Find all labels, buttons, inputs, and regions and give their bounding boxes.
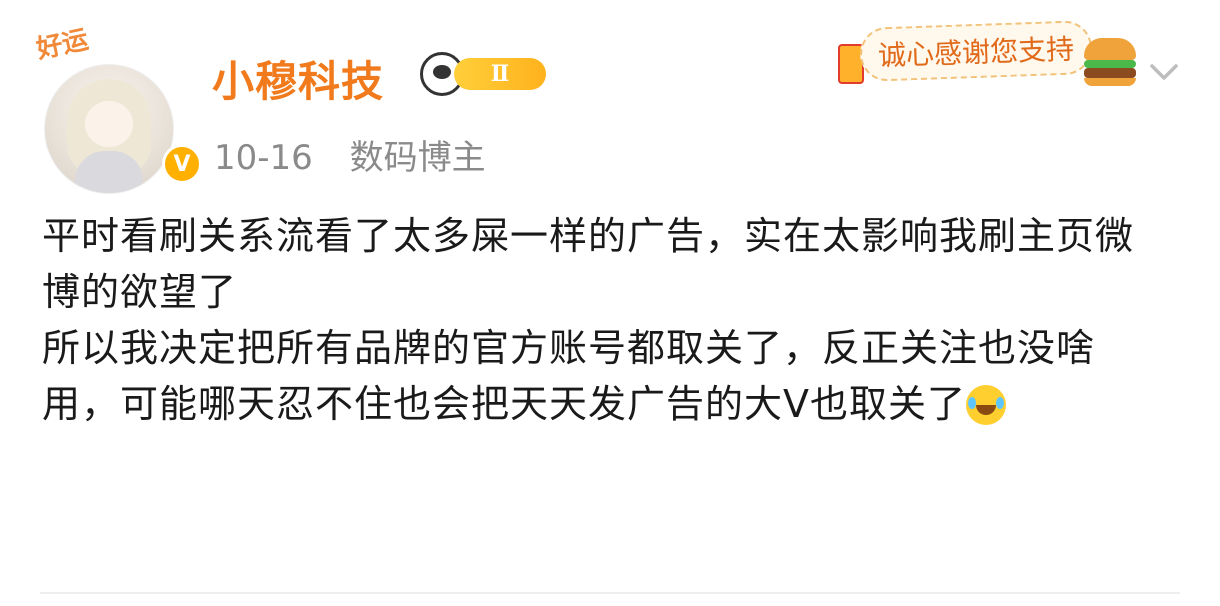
avatar[interactable] xyxy=(44,64,174,194)
post-paragraph-text: 所以我决定把所有品牌的官方账号都取关了，反正关注也没啥用，可能哪天忍不住也会把天… xyxy=(42,326,1096,426)
post-paragraph: 平时看刷关系流看了太多屎一样的广告，实在太影响我刷主页微博的欲望了 xyxy=(42,214,1135,314)
verified-badge: V xyxy=(162,144,202,184)
author-tag[interactable]: 数码博主 xyxy=(350,138,486,178)
post-time: 10-16 xyxy=(214,138,313,178)
post-meta: 10-16 数码博主 xyxy=(214,130,486,179)
lucky-avatar-decoration: 好运 xyxy=(33,24,92,66)
burger-icon xyxy=(1084,38,1136,86)
thanks-tag: 诚心感谢您支持 xyxy=(859,19,1093,83)
post-paragraph: 所以我决定把所有品牌的官方账号都取关了，反正关注也没啥用，可能哪天忍不住也会把天… xyxy=(42,320,1172,432)
author-name[interactable]: 小穆科技 xyxy=(212,48,384,109)
divider xyxy=(40,592,1180,594)
thanks-decoration: 诚心感谢您支持 xyxy=(838,18,1136,94)
member-level-badge[interactable]: Ⅱ xyxy=(420,52,546,96)
laugh-cry-emoji xyxy=(966,385,1006,425)
post-content: 平时看刷关系流看了太多屎一样的广告，实在太影响我刷主页微博的欲望了 所以我决定把… xyxy=(42,208,1172,432)
chevron-down-icon[interactable] xyxy=(1146,54,1182,90)
avatar-area[interactable]: 好运 V xyxy=(34,24,202,194)
level-label: Ⅱ xyxy=(454,58,546,90)
